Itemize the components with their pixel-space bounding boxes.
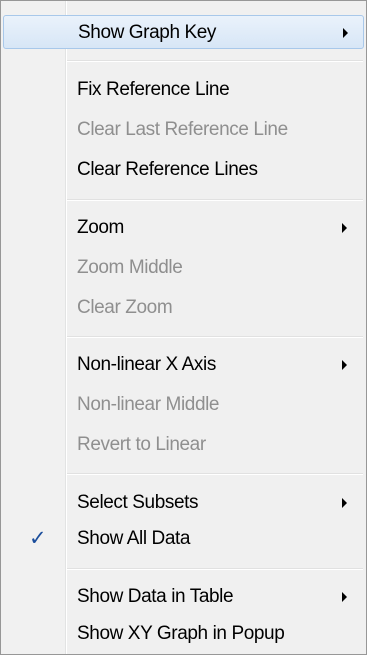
menu-item-label: Revert to Linear bbox=[77, 434, 206, 455]
menu-item-label: Clear Reference Lines bbox=[77, 159, 258, 180]
menu-item-clear-zoom: Clear Zoom bbox=[3, 291, 364, 325]
menu-separator bbox=[67, 336, 363, 338]
menu-item-clear-reference-lines[interactable]: Clear Reference Lines bbox=[3, 153, 364, 187]
menu-item-label: Non-linear Middle bbox=[77, 394, 220, 415]
chevron-right-icon bbox=[342, 592, 347, 602]
menu-item-show-xy-graph-in-popup[interactable]: Show XY Graph in Popup bbox=[3, 617, 364, 651]
menu-item-label: Clear Last Reference Line bbox=[77, 119, 288, 140]
menu-item-non-linear-x-axis[interactable]: Non-linear X Axis bbox=[3, 348, 364, 382]
menu-separator bbox=[67, 568, 363, 570]
menu-item-label: Non-linear X Axis bbox=[77, 354, 216, 375]
chevron-right-icon bbox=[342, 223, 347, 233]
chevron-right-icon bbox=[342, 498, 347, 508]
menu-item-label: Clear Zoom bbox=[77, 297, 173, 318]
chevron-right-icon bbox=[342, 360, 347, 370]
menu-item-label: Zoom Middle bbox=[77, 257, 183, 278]
context-menu: Show Graph Key Fix Reference Line Clear … bbox=[0, 0, 367, 655]
menu-item-select-subsets[interactable]: Select Subsets bbox=[3, 486, 364, 520]
menu-item-zoom[interactable]: Zoom bbox=[3, 211, 364, 245]
chevron-right-icon bbox=[343, 28, 348, 38]
menu-item-label: Select Subsets bbox=[77, 492, 199, 513]
menu-item-label: Show XY Graph in Popup bbox=[77, 623, 285, 644]
checkmark-icon: ✓ bbox=[29, 526, 47, 550]
menu-separator bbox=[67, 199, 363, 201]
menu-item-label: Show Data in Table bbox=[77, 586, 234, 607]
menu-item-label: Zoom bbox=[77, 217, 124, 238]
menu-item-label: Show All Data bbox=[77, 528, 191, 549]
menu-item-show-data-in-table[interactable]: Show Data in Table bbox=[3, 580, 364, 614]
menu-item-zoom-middle: Zoom Middle bbox=[3, 251, 364, 285]
menu-item-show-graph-key[interactable]: Show Graph Key bbox=[3, 15, 364, 49]
menu-item-label: Show Graph Key bbox=[78, 22, 217, 43]
menu-item-revert-to-linear: Revert to Linear bbox=[3, 428, 364, 462]
menu-item-non-linear-middle: Non-linear Middle bbox=[3, 388, 364, 422]
menu-item-clear-last-reference-line: Clear Last Reference Line bbox=[3, 113, 364, 147]
menu-item-label: Fix Reference Line bbox=[77, 79, 230, 100]
menu-item-fix-reference-line[interactable]: Fix Reference Line bbox=[3, 73, 364, 107]
menu-separator bbox=[67, 473, 363, 475]
menu-item-show-all-data[interactable]: ✓ Show All Data bbox=[3, 522, 364, 556]
menu-separator bbox=[67, 60, 363, 62]
